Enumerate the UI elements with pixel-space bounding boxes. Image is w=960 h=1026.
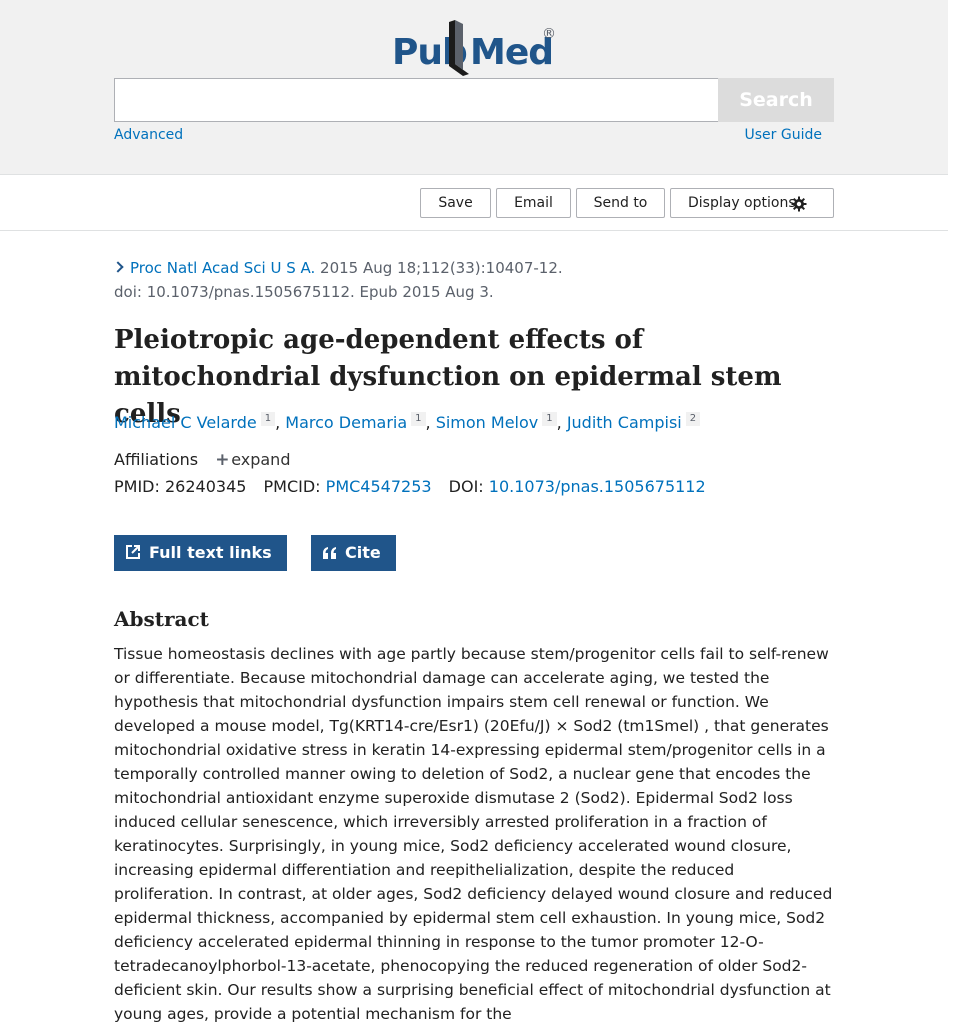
- author-list: Michael C Velarde 1, Marco Demaria 1, Simo…: [114, 411, 701, 435]
- doi-epub-line: doi: 10.1073/pnas.1505675112. Epub 2015 …: [114, 283, 494, 301]
- external-link-icon: [126, 545, 140, 559]
- author-link[interactable]: Marco Demaria: [285, 413, 407, 432]
- search-input[interactable]: [114, 78, 719, 122]
- cite-button[interactable]: Cite: [311, 535, 396, 571]
- gear-icon: [791, 196, 807, 212]
- pubmed-logo[interactable]: Pub Med ®: [390, 20, 560, 78]
- journal-citation: Proc Natl Acad Sci U S A. 2015 Aug 18;11…: [112, 256, 834, 304]
- abstract-text: Tissue homeostasis declines with age par…: [114, 645, 833, 1023]
- affiliations-row: Affiliations + expand: [114, 449, 290, 471]
- user-guide-link[interactable]: User Guide: [745, 127, 822, 143]
- abstract-heading: Abstract: [114, 607, 209, 631]
- cite-label: Cite: [345, 543, 381, 562]
- logo-book-icon: [449, 20, 469, 76]
- affiliation-ref[interactable]: 1: [411, 412, 426, 426]
- doi-label: DOI:: [448, 477, 484, 496]
- display-options-label: Display options: [688, 195, 796, 211]
- action-bar: Save Email Send to Display options: [0, 174, 948, 231]
- advanced-search-link[interactable]: Advanced: [114, 127, 183, 143]
- logo-med-text: Med: [470, 32, 554, 73]
- plus-icon: +: [215, 450, 230, 470]
- pmcid-link[interactable]: PMC4547253: [326, 477, 432, 496]
- quote-icon: [323, 547, 336, 559]
- affiliations-label: Affiliations: [114, 450, 199, 469]
- expand-affiliations-button[interactable]: + expand: [215, 450, 291, 470]
- author-link[interactable]: Judith Campisi: [567, 413, 682, 432]
- chevron-right-icon[interactable]: [112, 261, 124, 273]
- doi-link[interactable]: 10.1073/pnas.1505675112: [489, 477, 706, 496]
- search-button[interactable]: Search: [718, 78, 834, 122]
- display-options-button[interactable]: Display options: [670, 188, 834, 218]
- affiliation-ref[interactable]: 1: [260, 412, 276, 426]
- email-button[interactable]: Email: [496, 188, 571, 218]
- article-identifiers: PMID: 26240345 PMCID: PMC4547253 DOI: 10…: [114, 476, 706, 498]
- affiliation-ref[interactable]: 2: [685, 412, 701, 426]
- author-link[interactable]: Simon Melov: [436, 413, 539, 432]
- affiliation-ref[interactable]: 1: [542, 412, 557, 426]
- registered-mark: ®: [542, 26, 556, 42]
- expand-label: expand: [231, 450, 291, 469]
- author-link[interactable]: Michael C Velarde: [114, 413, 257, 432]
- send-to-button[interactable]: Send to: [576, 188, 665, 218]
- citation-details: 2015 Aug 18;112(33):10407-12.: [315, 259, 563, 277]
- save-button[interactable]: Save: [420, 188, 491, 218]
- site-header: Pub Med ® Search Advanced User Guide: [0, 0, 948, 174]
- full-text-links-button[interactable]: Full text links: [114, 535, 287, 571]
- pmid-value: 26240345: [164, 477, 247, 496]
- full-text-links-label: Full text links: [149, 543, 272, 562]
- journal-link[interactable]: Proc Natl Acad Sci U S A.: [130, 259, 315, 277]
- pmid-label: PMID:: [114, 477, 160, 496]
- pmcid-label: PMCID:: [263, 477, 321, 496]
